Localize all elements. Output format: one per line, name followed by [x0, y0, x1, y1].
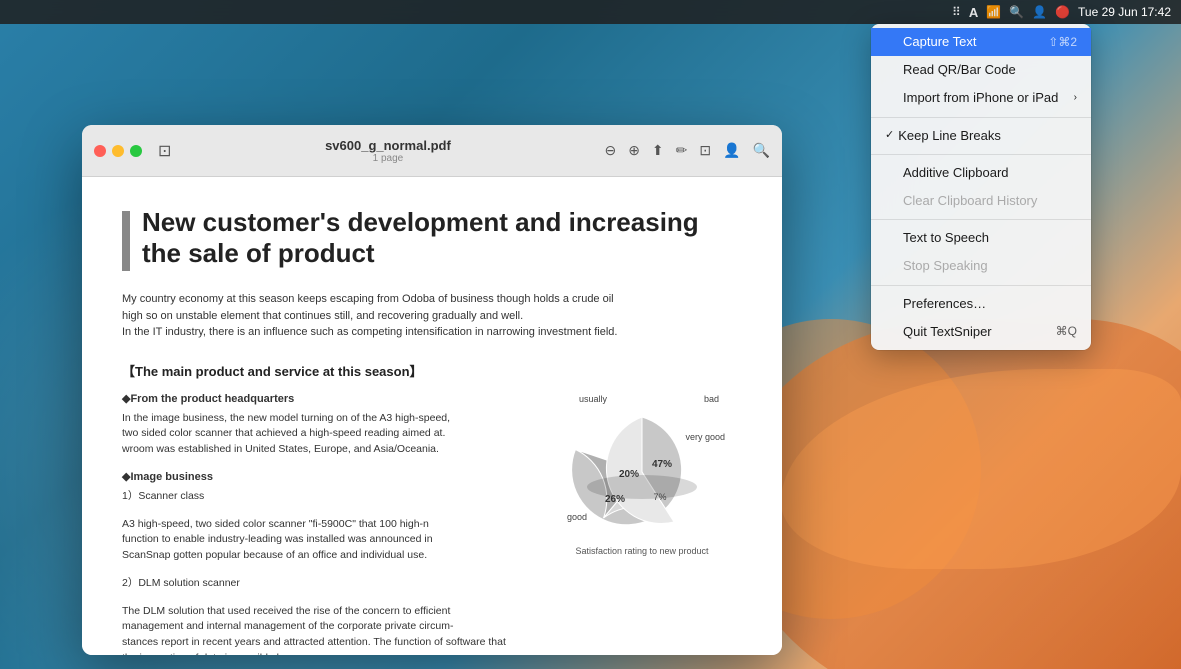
pdf-content-row: ◆From the product headquarters In the im… — [122, 392, 742, 656]
wifi-menu-icon[interactable]: 📶 — [986, 5, 1001, 19]
annotate-icon[interactable]: ✏ — [676, 142, 688, 159]
pie-label-very-good-pct: 47% — [652, 459, 672, 470]
dlm-label: 2）DLM solution scanner — [122, 576, 522, 592]
menu-label-quit: Quit TextSniper — [903, 323, 1056, 341]
very-good-label: very good — [685, 432, 725, 442]
menu-bar: ⠿ A 📶 🔍 👤 🔴 Tue 29 Jun 17:42 — [0, 0, 1181, 24]
menu-item-stop-speaking: Stop Speaking — [871, 252, 1091, 280]
pdf-chart-column: 47% 26% 20% 7% usually bad very good goo… — [542, 392, 742, 656]
menu-item-additive-clipboard[interactable]: Additive Clipboard — [871, 159, 1091, 187]
separator-separator4 — [871, 285, 1091, 286]
close-button[interactable] — [94, 145, 106, 157]
check-mark-keep-line: ✓ — [885, 128, 894, 143]
menu-item-read-qr[interactable]: Read QR/Bar Code — [871, 56, 1091, 84]
rotate-icon[interactable]: ⊡ — [699, 142, 711, 159]
shortcut-capture-text: ⇧⌘2 — [1048, 34, 1077, 51]
pdf-text-column: ◆From the product headquarters In the im… — [122, 392, 522, 656]
menu-label-stop-speaking: Stop Speaking — [903, 257, 1077, 275]
pie-label-bad-pct: 7% — [653, 492, 666, 502]
window-filename: sv600_g_normal.pdf — [325, 138, 451, 153]
submenu-arrow-import-iphone: › — [1074, 91, 1077, 105]
menu-label-additive-clipboard: Additive Clipboard — [903, 164, 1077, 182]
menu-label-capture-text: Capture Text — [903, 33, 1048, 51]
menu-label-text-to-speech: Text to Speech — [903, 229, 1077, 247]
pie-label-usually-pct: 20% — [619, 469, 639, 480]
search-menu-icon[interactable]: 🔍 — [1009, 5, 1024, 19]
scanner-class-text: A3 high-speed, two sided color scanner "… — [122, 517, 522, 564]
window-titlebar: ⊡ sv600_g_normal.pdf 1 page ⊖ ⊕ ⬆ ✏ ⊡ 👤 … — [82, 125, 782, 177]
zoom-out-icon[interactable]: ⊖ — [604, 142, 616, 159]
window-title-area: sv600_g_normal.pdf 1 page — [179, 138, 596, 164]
menubar-datetime: Tue 29 Jun 17:42 — [1078, 5, 1171, 19]
menu-item-text-to-speech[interactable]: Text to Speech — [871, 224, 1091, 252]
menu-label-read-qr: Read QR/Bar Code — [903, 61, 1077, 79]
pdf-title-bar-decoration — [122, 211, 130, 271]
alert-menu-icon[interactable]: 🔴 — [1055, 5, 1070, 19]
menu-label-import-iphone: Import from iPhone or iPad — [903, 89, 1074, 107]
pie-shadow — [587, 475, 697, 499]
chart-caption: Satisfaction rating to new product — [575, 546, 708, 556]
pdf-section-header: 【The main product and service at this se… — [122, 361, 742, 380]
pdf-content: New customer's development and increasin… — [82, 177, 782, 655]
maximize-button[interactable] — [130, 145, 142, 157]
context-menu: Capture Text⇧⌘2 Read QR/Bar Code Import fr… — [871, 24, 1091, 350]
menu-item-keep-line[interactable]: ✓ Keep Line Breaks — [871, 122, 1091, 150]
menu-item-preferences[interactable]: Preferences… — [871, 290, 1091, 318]
toolbar-icons: ⊖ ⊕ ⬆ ✏ ⊡ 👤 🔍 — [604, 142, 770, 159]
scanner-class-label: 1）Scanner class — [122, 489, 522, 505]
menu-label-clear-clipboard: Clear Clipboard History — [903, 192, 1077, 210]
menu-label-preferences: Preferences… — [903, 295, 1077, 313]
sidebar-toggle-icon[interactable]: ⊡ — [158, 141, 171, 161]
shortcut-quit: ⌘Q — [1056, 323, 1077, 340]
search-doc-icon[interactable]: 🔍 — [753, 142, 770, 159]
traffic-lights — [94, 145, 142, 157]
pdf-body-text: My country economy at this season keeps … — [122, 291, 742, 341]
text-menu-icon[interactable]: A — [969, 5, 978, 20]
separator-separator1 — [871, 117, 1091, 118]
pdf-title-block: New customer's development and increasin… — [122, 207, 742, 271]
subsection2-label: ◆Image business — [122, 470, 522, 483]
usually-label: usually — [579, 394, 607, 404]
subsection1-label: ◆From the product headquarters — [122, 392, 522, 405]
subsection1-text: In the image business, the new model tur… — [122, 411, 522, 458]
menu-item-import-iphone[interactable]: Import from iPhone or iPad› — [871, 84, 1091, 112]
pie-label-good-pct: 26% — [605, 494, 625, 505]
share-icon[interactable]: ⬆ — [652, 142, 664, 159]
menu-item-quit[interactable]: Quit TextSniper⌘Q — [871, 318, 1091, 346]
menu-item-clear-clipboard: Clear Clipboard History — [871, 187, 1091, 215]
grid-menu-icon[interactable]: ⠿ — [952, 5, 961, 19]
bad-label: bad — [704, 394, 719, 404]
window-page-count: 1 page — [373, 153, 404, 164]
menu-item-capture-text[interactable]: Capture Text⇧⌘2 — [871, 28, 1091, 56]
pie-chart: 47% 26% 20% 7% usually bad very good goo… — [557, 392, 727, 542]
separator-separator2 — [871, 154, 1091, 155]
separator-separator3 — [871, 219, 1091, 220]
pdf-window: ⊡ sv600_g_normal.pdf 1 page ⊖ ⊕ ⬆ ✏ ⊡ 👤 … — [82, 125, 782, 655]
person-menu-icon[interactable]: 👤 — [1032, 5, 1047, 19]
minimize-button[interactable] — [112, 145, 124, 157]
menubar-right-area: ⠿ A 📶 🔍 👤 🔴 Tue 29 Jun 17:42 — [952, 5, 1171, 20]
good-label: good — [567, 512, 587, 522]
pdf-title-text: New customer's development and increasin… — [142, 207, 742, 269]
menu-label-keep-line: Keep Line Breaks — [898, 127, 1077, 145]
zoom-in-icon[interactable]: ⊕ — [628, 142, 640, 159]
markup-icon[interactable]: 👤 — [723, 142, 740, 159]
dlm-text: The DLM solution that used received the … — [122, 604, 522, 656]
